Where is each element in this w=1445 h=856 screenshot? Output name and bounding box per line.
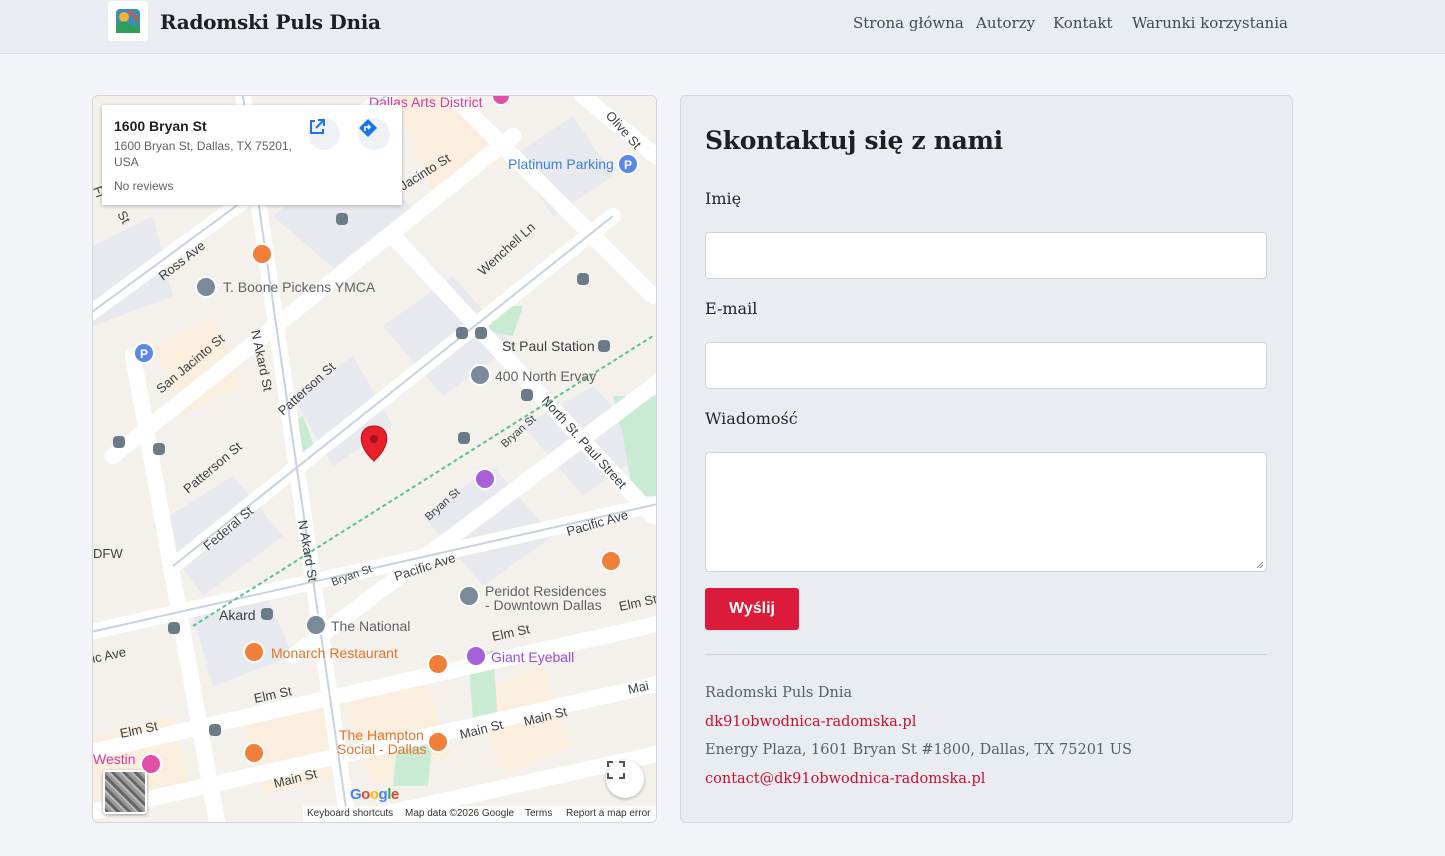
email-field[interactable] [705,342,1267,389]
map-poi-st-paul-label: St Paul Station [502,338,595,354]
map-footer: Keyboard shortcuts Map data ©2026 Google… [303,806,656,822]
site-brand[interactable]: Radomski Puls Dnia [160,10,381,34]
contact-email-link[interactable]: contact@dk91obwodnica-radomska.pl [705,771,985,787]
place-address: 1600 Bryan St, Dallas, TX 75201, USA [114,139,292,169]
arts-pin-icon[interactable] [491,96,511,106]
transit-icon[interactable] [153,443,165,455]
map-poi-national-label: The National [331,618,410,634]
restaurant-icon[interactable] [427,653,449,675]
map-poi-monarch-label: Monarch Restaurant [271,645,398,661]
building-pin-icon[interactable] [469,364,491,386]
map-poi-peridot-label-2: - Downtown Dallas [485,597,602,613]
restaurant-icon[interactable] [251,243,273,265]
contact-org: Radomski Puls Dnia [705,685,853,701]
transit-icon[interactable] [261,608,273,620]
transit-icon[interactable] [456,327,468,339]
nav-link-terms[interactable]: Warunki korzystania [1132,14,1288,32]
google-logo: Google [350,786,399,803]
email-label: E-mail [705,299,758,318]
street-view-thumbnail[interactable] [103,770,147,814]
keyboard-shortcuts-link[interactable]: Keyboard shortcuts [307,808,393,819]
report-error-link[interactable]: Report a map error [566,808,650,819]
transit-icon[interactable] [598,340,610,352]
transit-icon[interactable] [458,432,470,444]
map-poi-hampton-label-2: Social - Dallas [337,741,426,757]
resize-handle-icon[interactable] [1256,561,1264,569]
map-data-attribution: Map data ©2026 Google [405,808,515,819]
transit-icon[interactable] [577,273,589,285]
map-poi-westin-label: Westin [93,751,136,767]
map-label-dfw: DFW [93,546,123,561]
contact-title: Skontaktuj się z nami [705,126,1003,155]
map-poi-eyeball-label: Giant Eyeball [491,649,574,665]
bar-icon[interactable] [243,742,265,764]
ymca-pin-icon[interactable] [195,276,217,298]
place-reviews[interactable]: No reviews [114,179,173,193]
contact-website-link[interactable]: dk91obwodnica-radomska.pl [705,714,916,730]
attraction-icon[interactable] [465,645,487,667]
restaurant-icon[interactable] [427,731,449,753]
site-header: Radomski Puls Dnia Strona główna Autorzy… [0,0,1445,54]
open-in-maps-button[interactable] [308,118,340,150]
restaurant-icon[interactable] [600,550,622,572]
nav-link-authors[interactable]: Autorzy [976,14,1035,32]
svg-text:P: P [624,158,632,172]
site-logo-icon[interactable] [108,1,148,41]
nav-link-contact[interactable]: Kontakt [1053,14,1113,32]
attraction-icon[interactable] [474,468,496,490]
transit-icon[interactable] [475,327,487,339]
transit-icon[interactable] [521,389,533,401]
fullscreen-icon [607,761,625,779]
map-poi-platinum-label: Platinum Parking [508,156,614,172]
terms-link[interactable]: Terms [525,808,552,819]
map-poi-ymca-label: T. Boone Pickens YMCA [223,279,376,295]
transit-icon[interactable] [209,724,221,736]
map-poi-akard-label: Akard [219,607,256,623]
place-title: 1600 Bryan St [114,118,207,134]
message-textarea[interactable] [705,452,1267,572]
svg-text:P: P [140,347,148,361]
map-place-card: 1600 Bryan St 1600 Bryan St, Dallas, TX … [102,105,402,205]
transit-icon[interactable] [336,213,348,225]
open-external-icon [310,119,325,134]
message-label: Wiadomość [705,409,798,428]
name-field[interactable] [705,232,1267,279]
directions-icon [359,119,377,137]
transit-icon[interactable] [168,622,180,634]
fullscreen-button[interactable] [606,760,644,798]
building-pin-icon[interactable] [305,614,327,636]
divider [705,654,1267,655]
google-map[interactable]: Olive St Jacinto St Wenchell Ln Ross Ave… [92,95,657,823]
building-pin-icon[interactable] [458,585,480,607]
nav-link-home[interactable]: Strona główna [853,14,964,32]
contact-panel: Skontaktuj się z nami Imię E-mail Wiadom… [680,95,1293,823]
name-label: Imię [705,189,742,208]
submit-button[interactable]: Wyślij [705,588,799,630]
contact-address: Energy Plaza, 1601 Bryan St #1800, Dalla… [705,742,1132,758]
restaurant-icon[interactable] [243,641,265,663]
directions-button[interactable] [358,118,390,150]
transit-icon[interactable] [113,436,125,448]
map-poi-ervay-label: 400 North Ervay [495,368,596,384]
